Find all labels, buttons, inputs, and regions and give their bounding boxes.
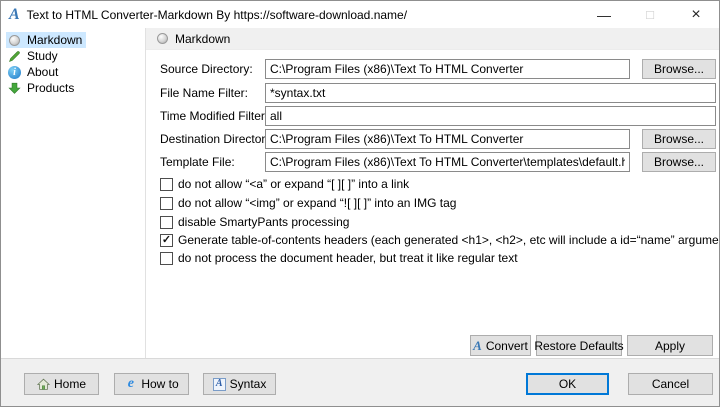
convert-a-icon: A (473, 338, 482, 353)
app-icon: A (9, 5, 20, 23)
maximize-button: □ (627, 1, 673, 28)
sidebar-item-label: Products (27, 81, 75, 95)
sidebar-item-label: About (27, 65, 59, 79)
action-button-row: A Convert Restore Defaults Apply (146, 335, 713, 356)
form-row: Template File: Browse... (146, 152, 719, 172)
footer-bar: Home e How to A Syntax OK Cancel (1, 358, 719, 406)
sphere-icon (156, 32, 169, 45)
ok-button[interactable]: OK (526, 373, 609, 395)
minimize-icon: — (597, 6, 611, 23)
field-label: Destination Directory: (160, 132, 275, 146)
browser-e-icon: e (127, 376, 134, 391)
field-label: Time Modified Filter: (160, 109, 269, 123)
convert-button[interactable]: A Convert (470, 335, 531, 356)
sidebar-item-products[interactable]: Products (6, 80, 78, 96)
destination-browse-button[interactable]: Browse... (642, 129, 716, 149)
home-icon (36, 378, 50, 391)
down-arrow-icon (8, 82, 21, 95)
window-controls: — □ × (581, 1, 719, 28)
apply-button[interactable]: Apply (627, 335, 713, 356)
sidebar: Markdown Study i About Products (1, 28, 146, 358)
checkbox[interactable]: ✓ (160, 233, 173, 247)
field-label: Template File: (160, 155, 235, 169)
form-row: Destination Directory: Browse... (146, 129, 719, 149)
sphere-icon (8, 34, 21, 47)
cancel-button[interactable]: Cancel (628, 373, 713, 395)
minimize-button[interactable]: — (581, 1, 627, 28)
sidebar-item-about[interactable]: i About (6, 64, 62, 80)
howto-button[interactable]: e How to (114, 373, 189, 395)
checkbox[interactable] (160, 251, 173, 265)
sidebar-item-study[interactable]: Study (6, 48, 62, 64)
checkbox-label: do not process the document header, but … (178, 251, 518, 265)
checkbox-label: do not allow “<img” or expand “![ ][ ]” … (178, 196, 457, 210)
checkbox-row-skip-doc-header[interactable]: do not process the document header, but … (160, 250, 518, 266)
dialog-window: A Text to HTML Converter-Markdown By htt… (0, 0, 720, 407)
source-directory-input[interactable] (265, 59, 630, 79)
checkbox[interactable] (160, 215, 173, 229)
form-row: Time Modified Filter: (146, 106, 719, 126)
close-button[interactable]: × (673, 1, 719, 28)
info-icon: i (8, 65, 21, 79)
checkbox-label: disable SmartyPants processing (178, 215, 350, 229)
sidebar-item-label: Markdown (27, 33, 83, 47)
form-row: Source Directory: Browse... (146, 59, 719, 79)
time-modified-filter-input[interactable] (265, 106, 716, 126)
home-label: Home (53, 377, 86, 391)
main-panel: Markdown Source Directory: Browse... Fil… (146, 28, 719, 358)
sidebar-item-label: Study (27, 49, 58, 63)
checkbox[interactable] (160, 196, 173, 210)
form-row: File Name Filter: (146, 83, 719, 103)
checkbox[interactable] (160, 177, 173, 191)
checkbox-row-no-link[interactable]: do not allow “<a” or expand “[ ][ ]” int… (160, 176, 409, 192)
field-label: Source Directory: (160, 62, 253, 76)
titlebar: A Text to HTML Converter-Markdown By htt… (1, 1, 719, 28)
checkbox-row-disable-smartypants[interactable]: disable SmartyPants processing (160, 214, 349, 230)
restore-defaults-button[interactable]: Restore Defaults (534, 335, 624, 356)
maximize-icon: □ (646, 7, 654, 22)
sidebar-item-markdown[interactable]: Markdown (6, 32, 87, 48)
syntax-button[interactable]: A Syntax (203, 373, 276, 395)
template-file-input[interactable] (265, 152, 630, 172)
checkbox-label: do not allow “<a” or expand “[ ][ ]” int… (178, 177, 410, 191)
destination-directory-input[interactable] (265, 129, 630, 149)
checkbox-row-toc-headers[interactable]: ✓ Generate table-of-contents headers (ea… (160, 232, 720, 248)
checkbox-label: Generate table-of-contents headers (each… (178, 233, 720, 247)
source-browse-button[interactable]: Browse... (642, 59, 716, 79)
howto-label: How to (141, 377, 179, 391)
main-header: Markdown (146, 28, 719, 50)
main-header-title: Markdown (175, 31, 231, 46)
template-browse-button[interactable]: Browse... (642, 152, 716, 172)
home-button[interactable]: Home (24, 373, 99, 395)
convert-label: Convert (485, 338, 528, 353)
close-icon: × (691, 5, 701, 23)
field-label: File Name Filter: (160, 86, 249, 100)
pencil-icon (8, 50, 21, 63)
file-name-filter-input[interactable] (265, 83, 716, 103)
syntax-label: Syntax (229, 377, 267, 391)
syntax-a-icon: A (212, 377, 226, 391)
window-title: Text to HTML Converter-Markdown By https… (26, 7, 408, 22)
checkbox-row-no-img[interactable]: do not allow “<img” or expand “![ ][ ]” … (160, 195, 456, 211)
